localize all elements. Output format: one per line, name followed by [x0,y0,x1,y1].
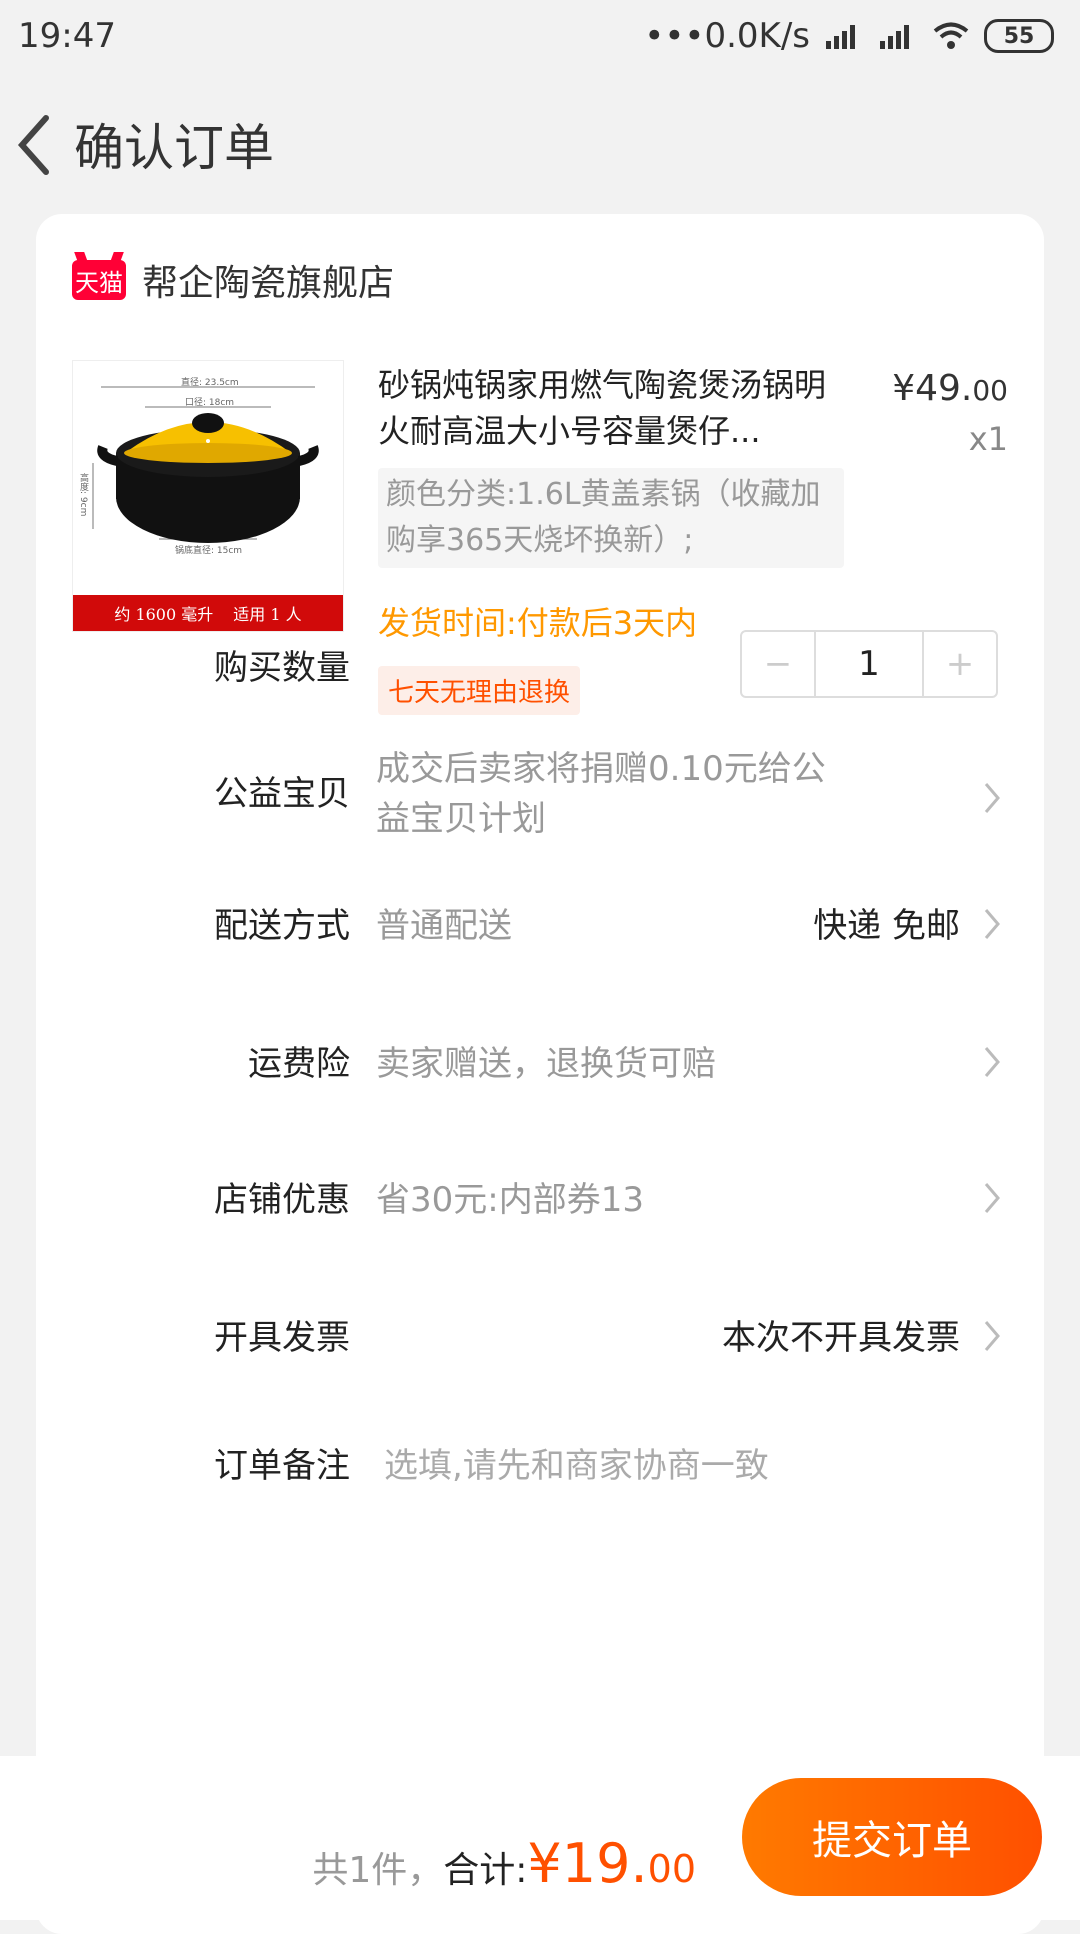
product-image[interactable]: 直径: 23.5cm 口径: 18cm 高度: 9cm 锅底直径: 15cm 约… [72,360,344,632]
order-total: 共1件，合计:¥19.00 [312,1832,696,1895]
image-diameter-label: 直径: 23.5cm [181,378,239,388]
quantity-plus-button[interactable]: + [924,632,996,696]
insurance-row[interactable]: 运费险 卖家赠送，退换货可赔 [36,1032,1044,1092]
total-amount: ¥19.00 [527,1832,696,1895]
tmall-badge-icon: 天猫 [72,260,126,300]
discount-row[interactable]: 店铺优惠 省30元:内部券13 [36,1168,1044,1228]
discount-label: 店铺优惠 [214,1180,350,1220]
image-capacity-band: 约 1600 毫升 适用 1 人 [73,595,343,631]
product-sku: 颜色分类:1.6L黄盖素锅（收藏加购享365天烧坏换新）; [378,468,844,568]
status-icons: •••0.0K/s 55 [644,16,1054,56]
bottom-bar: 共1件，合计:¥19.00 提交订单 [0,1756,1080,1920]
order-card: 天猫 帮企陶瓷旗舰店 直径: 23.5cm 口径: 18cm 高度: 9cm 锅… [36,214,1044,1934]
shop-header[interactable]: 天猫 帮企陶瓷旗舰店 [72,254,394,306]
signal-icon [880,25,909,49]
submit-order-button[interactable]: 提交订单 [742,1778,1042,1896]
shop-name[interactable]: 帮企陶瓷旗舰店 [142,254,394,306]
quantity-stepper: − 1 + [740,630,998,698]
product-title[interactable]: 砂锅炖锅家用燃气陶瓷煲汤锅明火耐高温大小号容量煲仔... [378,362,848,454]
charity-label: 公益宝贝 [214,774,350,814]
signal-icon [826,25,855,49]
back-button[interactable] [10,110,60,180]
delivery-value: 普通配送 [376,906,512,946]
total-amount-decimal: 00 [647,1847,696,1891]
price-main: ¥49. [892,368,973,409]
invoice-label: 开具发票 [214,1318,350,1358]
note-label: 订单备注 [214,1446,350,1486]
note-row: 订单备注 选填,请先和商家协商一致 [36,1434,1044,1494]
product-quantity: x1 [968,420,1008,458]
delivery-row[interactable]: 配送方式 普通配送 快递 免邮 [36,894,1044,954]
battery-icon: 55 [984,19,1054,53]
return-policy-badge: 七天无理由退换 [378,666,581,715]
insurance-value: 卖家赠送，退换货可赔 [376,1044,716,1084]
discount-value: 省30元:内部券13 [376,1180,644,1220]
delivery-label: 配送方式 [214,906,350,946]
image-bottom-label: 锅底直径: 15cm [175,546,243,556]
quantity-input[interactable]: 1 [814,632,924,696]
ship-time: 发货时间:付款后3天内 [378,604,698,642]
charity-row[interactable]: 公益宝贝 成交后卖家将捐赠0.10元给公益宝贝计划 [36,744,1044,854]
image-people-label: 适用 1 人 [233,605,302,624]
image-capacity-label: 约 1600 毫升 [114,605,214,624]
chevron-right-icon [984,1321,1000,1351]
quantity-minus-button[interactable]: − [742,632,814,696]
image-height-label: 高度: 9cm [78,473,88,517]
chevron-right-icon [984,783,1000,813]
price-decimal: 00 [972,374,1008,407]
network-speed: •••0.0K/s [644,16,810,56]
total-amount-main: ¥19. [527,1832,648,1895]
delivery-fee: 快递 免邮 [813,906,960,946]
sum-label: 合计: [443,1850,528,1891]
insurance-label: 运费险 [248,1044,350,1084]
chevron-right-icon [984,1183,1000,1213]
status-time: 19:47 [18,16,116,56]
item-count: 共1件， [312,1850,444,1891]
chevron-right-icon [984,909,1000,939]
wifi-icon [933,22,969,49]
invoice-row[interactable]: 开具发票 本次不开具发票 [36,1306,1044,1366]
page-title: 确认订单 [74,119,274,177]
product-price: ¥49.00 [892,368,1008,409]
note-input[interactable]: 选填,请先和商家协商一致 [384,1438,769,1487]
status-bar: 19:47 •••0.0K/s 55 [0,0,1080,72]
header: 确认订单 [0,90,1080,200]
invoice-value: 本次不开具发票 [722,1318,960,1358]
charity-value: 成交后卖家将捐赠0.10元给公益宝贝计划 [376,749,826,839]
chevron-right-icon [984,1047,1000,1077]
image-mouth-label: 口径: 18cm [185,398,235,408]
quantity-label: 购买数量 [214,648,350,688]
